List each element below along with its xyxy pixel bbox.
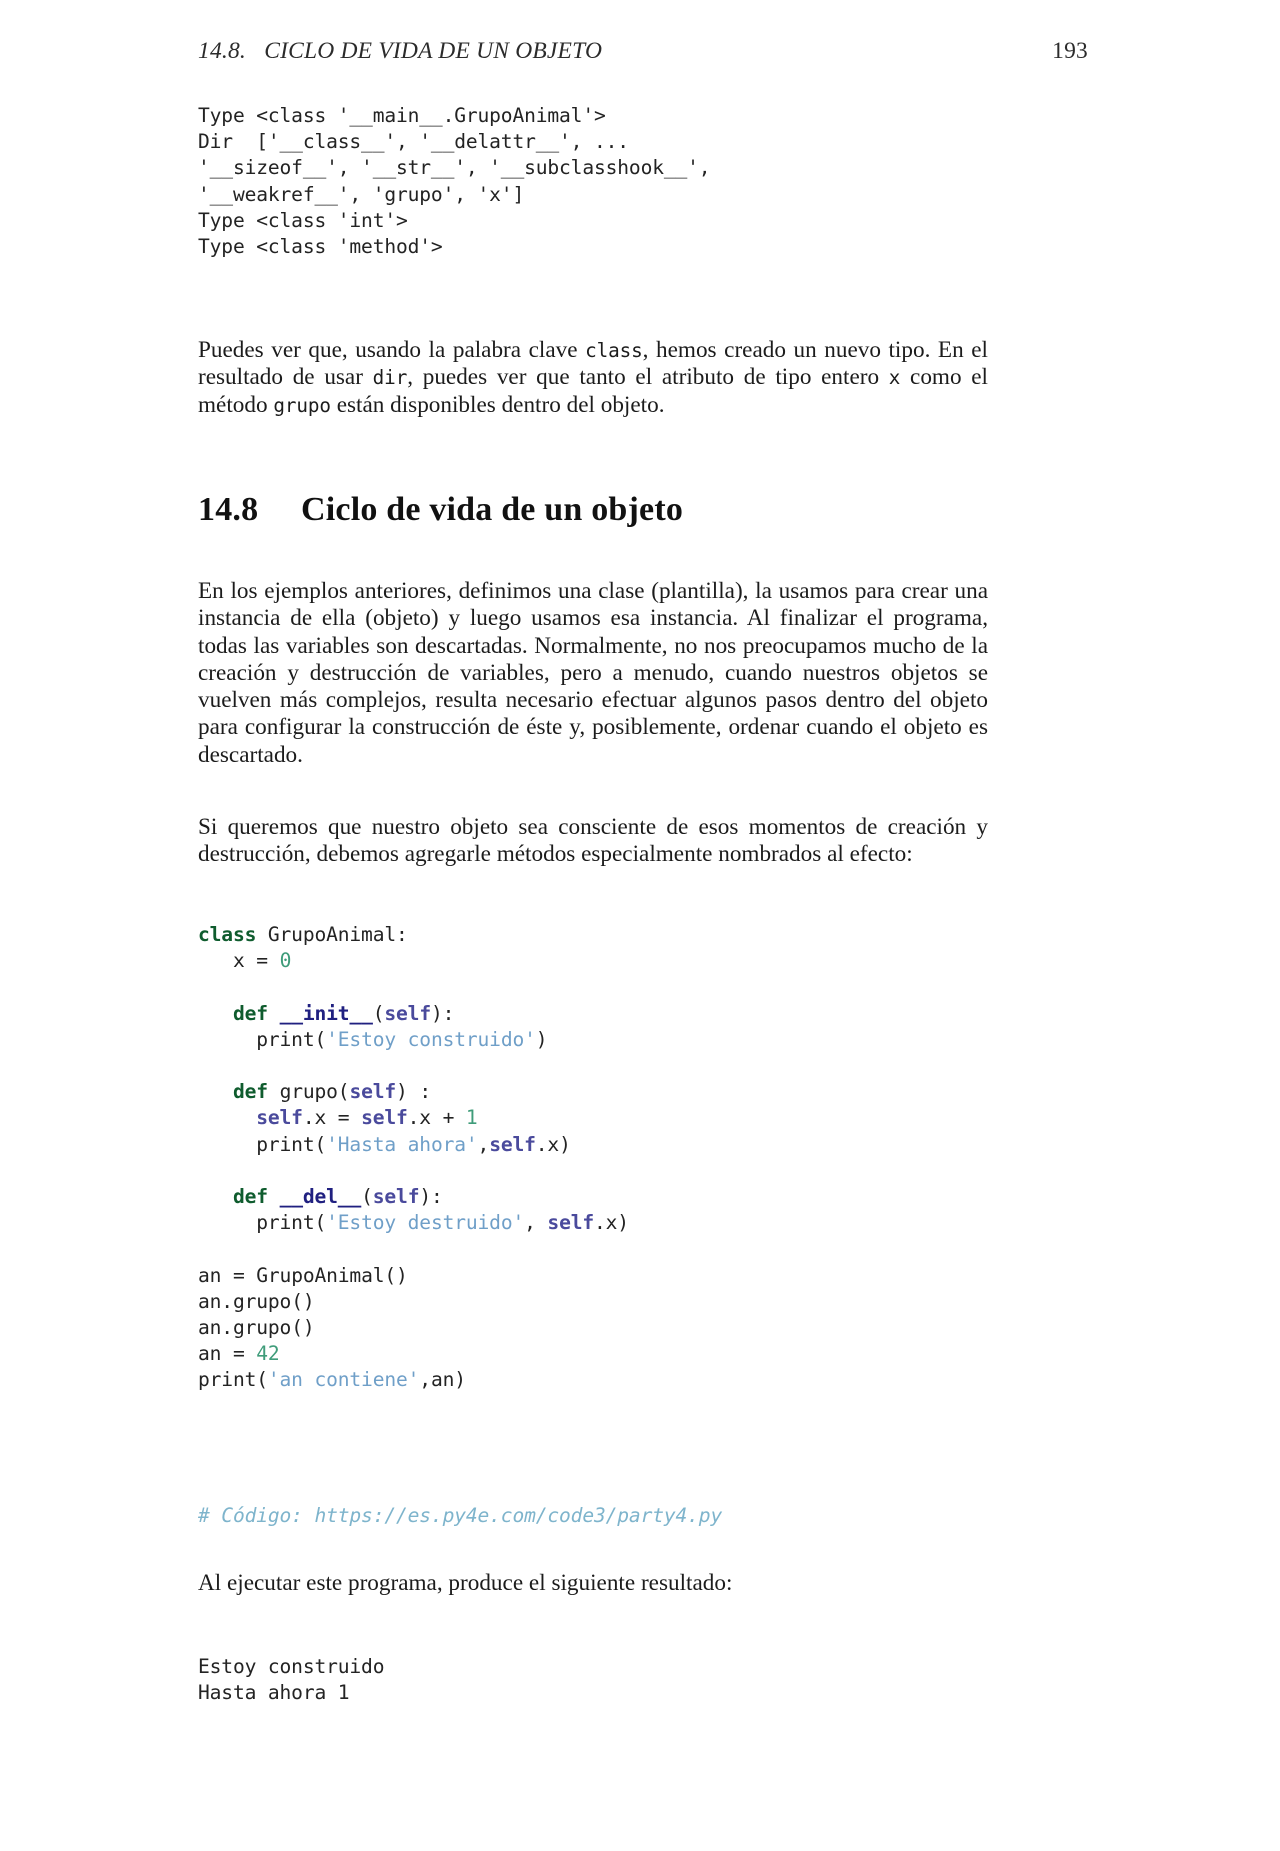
token-attr-x: x [232, 949, 245, 973]
token-paren-8: ( [361, 1185, 373, 1209]
code-comment-block: # Código: https://es.py4e.com/code3/part… [198, 1503, 1058, 1529]
token-self-4: self [361, 1106, 408, 1130]
token-var-an-5: an [430, 1368, 455, 1392]
running-head: 14.8. CICLO DE VIDA DE UN OBJETO 193 [198, 38, 1088, 65]
output-block-top: Type <class '__main__.GrupoAnimal'> Dir … [198, 103, 1058, 260]
token-print-1: print [256, 1027, 315, 1051]
code-listing-text: class GrupoAnimal: x = 0 def __init__(se… [198, 922, 1058, 1394]
token-self-6: self [372, 1185, 420, 1209]
token-dunder-init: __init__ [279, 1001, 373, 1025]
para1-code-grupo: grupo [273, 393, 331, 417]
token-number-one: 1 [465, 1106, 478, 1130]
token-assign: = [244, 949, 280, 973]
paragraph-1: Puedes ver que, usando la palabra clave … [198, 337, 988, 419]
output-text: Type <class '__main__.GrupoAnimal'> Dir … [198, 104, 711, 259]
token-self-5: self [489, 1132, 536, 1156]
token-number-zero: 0 [279, 949, 292, 973]
para1-seg-4: , puedes ver que tanto el atributo de ti… [407, 364, 889, 391]
token-var-an-2: an [198, 1289, 222, 1313]
token-paren-10: ( [314, 1211, 327, 1235]
token-paren-5: ( [337, 1080, 350, 1104]
token-var-an-1: an [198, 1263, 222, 1287]
token-paren-7: ( [314, 1132, 327, 1156]
token-var-an-4: an [198, 1342, 222, 1366]
token-paren-14: ( [256, 1368, 268, 1392]
token-print-3: print [256, 1211, 315, 1235]
token-keyword-class: class [198, 923, 257, 946]
token-paren-12: () [291, 1289, 315, 1313]
running-head-title: 14.8. CICLO DE VIDA DE UN OBJETO [198, 38, 603, 64]
paragraph-2: En los ejemplos anteriores, definimos un… [198, 578, 988, 768]
section-title: Ciclo de vida de un objeto [301, 491, 684, 528]
token-comma-2: , [524, 1211, 548, 1235]
token-call-grupo-2: grupo [232, 1316, 292, 1340]
token-dot-x-4: .x) [594, 1211, 629, 1235]
token-dot-1: . [221, 1289, 233, 1313]
token-string-construido: 'Estoy construido' [326, 1027, 536, 1051]
token-dot-x-2: .x + [407, 1106, 466, 1130]
para1-seg-0: Puedes ver que, usando la palabra clave [198, 337, 586, 363]
output-text-2: Estoy construido Hasta ahora 1 [198, 1655, 385, 1705]
token-dunder-del: __del__ [279, 1185, 362, 1209]
token-paren-13: () [291, 1316, 315, 1340]
page-number: 193 [1052, 38, 1088, 64]
token-string-hasta: 'Hasta ahora' [326, 1132, 478, 1156]
token-assign-3: = [221, 1342, 257, 1366]
token-comma-3: , [419, 1368, 431, 1392]
code-listing: class GrupoAnimal: x = 0 def __init__(se… [198, 922, 1058, 1394]
token-string-destruido: 'Estoy destruido' [326, 1211, 525, 1235]
token-self-1: self [384, 1001, 431, 1025]
para1-code-dir: dir [372, 366, 408, 390]
section-number: 14.8 [198, 491, 259, 528]
token-dot-x-1: .x = [302, 1106, 362, 1130]
paragraph-block-4: Al ejecutar este programa, produce el si… [198, 1570, 988, 1597]
paragraph-block-2: En los ejemplos anteriores, definimos un… [198, 578, 988, 769]
token-dot-2: . [221, 1316, 233, 1340]
code-comment: # Código: https://es.py4e.com/code3/part… [198, 1503, 1058, 1529]
document-page: 14.8. CICLO DE VIDA DE UN OBJETO 193 Typ… [0, 0, 1280, 1851]
code-comment-text: # Código: https://es.py4e.com/code3/part… [198, 1504, 723, 1527]
token-colon: : [396, 923, 408, 946]
token-method-grupo: grupo [279, 1080, 338, 1104]
token-keyword-def-1: def [232, 1001, 268, 1025]
token-keyword-def-3: def [232, 1185, 268, 1209]
token-self-7: self [547, 1211, 595, 1235]
token-paren-2: ): [430, 1001, 455, 1025]
token-paren-1: ( [372, 1001, 385, 1025]
token-self-3: self [256, 1106, 303, 1130]
paragraph-block-1: Puedes ver que, usando la palabra clave … [198, 337, 988, 419]
para1-seg-8: están disponibles dentro del objeto. [330, 391, 665, 418]
token-paren-6: ) : [396, 1080, 431, 1104]
token-print-2: print [256, 1132, 315, 1156]
token-comma-1: , [477, 1132, 490, 1156]
token-number-42: 42 [256, 1342, 280, 1366]
token-paren-11: () [384, 1263, 408, 1287]
token-class-call: GrupoAnimal [256, 1263, 385, 1287]
token-self-2: self [349, 1080, 397, 1104]
token-var-an-3: an [198, 1316, 222, 1340]
paragraph-block-3: Si queremos que nuestro objeto sea consc… [198, 814, 988, 869]
token-keyword-def-2: def [232, 1080, 268, 1104]
token-paren-4: ) [535, 1027, 548, 1051]
token-string-contiene: 'an contiene' [267, 1368, 420, 1392]
token-paren-15: ) [454, 1368, 466, 1392]
token-paren-9: ): [419, 1185, 443, 1209]
page-title: 14.8 Ciclo de vida de un objeto [198, 491, 988, 529]
output-block-bottom: Estoy construido Hasta ahora 1 [198, 1654, 1058, 1706]
token-dot-x-3: .x) [535, 1132, 571, 1156]
paragraph-4: Al ejecutar este programa, produce el si… [198, 1570, 733, 1596]
token-assign-2: = [221, 1263, 257, 1287]
token-call-grupo-1: grupo [232, 1289, 292, 1313]
token-print-4: print [198, 1368, 257, 1392]
token-paren-3: ( [314, 1027, 327, 1051]
token-class-name: GrupoAnimal [267, 923, 397, 946]
para1-code-x: x [888, 366, 901, 390]
section-heading-block: 14.8 Ciclo de vida de un objeto [198, 491, 988, 529]
paragraph-3: Si queremos que nuestro objeto sea consc… [198, 814, 988, 868]
para1-code-class: class [585, 339, 643, 362]
